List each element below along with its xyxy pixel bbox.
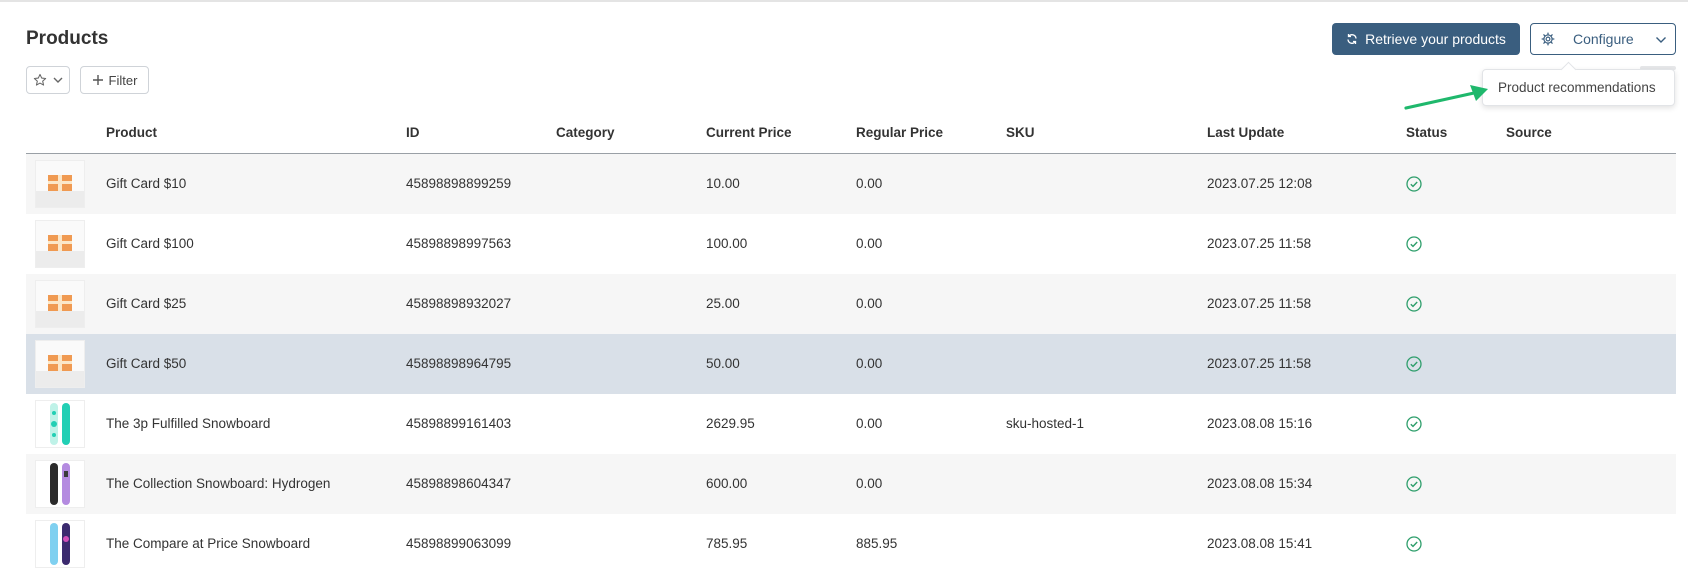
- retrieve-products-button[interactable]: Retrieve your products: [1332, 23, 1520, 55]
- gear-icon: [1541, 32, 1555, 46]
- product-id: 45898898997563: [406, 236, 512, 251]
- last-update: 2023.07.25 11:58: [1207, 296, 1312, 311]
- column-header-product[interactable]: Product: [106, 125, 157, 140]
- configure-label: Configure: [1573, 31, 1634, 47]
- check-circle-icon: [1406, 536, 1422, 552]
- column-header-sku[interactable]: SKU: [1006, 125, 1035, 140]
- column-header-last-update[interactable]: Last Update: [1207, 125, 1284, 140]
- last-update: 2023.08.08 15:34: [1207, 476, 1313, 491]
- chevron-down-icon: [1656, 37, 1666, 43]
- last-update: 2023.07.25 12:08: [1207, 176, 1313, 191]
- current-price: 10.00: [706, 176, 740, 191]
- gift-card-image-icon: [36, 281, 84, 327]
- table-row[interactable]: The 3p Fulfilled Snowboard 4589889916140…: [26, 394, 1676, 454]
- product-thumbnail: [35, 520, 85, 568]
- column-header-regular-price[interactable]: Regular Price: [856, 125, 943, 140]
- last-update: 2023.07.25 11:58: [1207, 236, 1312, 251]
- regular-price: 0.00: [856, 476, 883, 491]
- column-header-category[interactable]: Category: [556, 125, 615, 140]
- product-id: 45898899161403: [406, 416, 512, 431]
- table-row-selected[interactable]: Gift Card $50 45898898964795 50.00 0.00 …: [26, 334, 1676, 394]
- current-price: 600.00: [706, 476, 748, 491]
- table-row[interactable]: Gift Card $10 45898898899259 10.00 0.00 …: [26, 154, 1676, 214]
- product-name[interactable]: Gift Card $50: [106, 356, 186, 371]
- filter-button[interactable]: Filter: [80, 66, 149, 94]
- product-name[interactable]: Gift Card $10: [106, 176, 186, 191]
- table-header: Product ID Category Current Price Regula…: [26, 112, 1676, 154]
- product-name[interactable]: The Collection Snowboard: Hydrogen: [106, 476, 330, 491]
- product-id: 45898899063099: [406, 536, 512, 551]
- column-header-id[interactable]: ID: [406, 125, 420, 140]
- regular-price: 0.00: [856, 296, 883, 311]
- configure-menu-popup: Product recommendations: [1482, 69, 1675, 106]
- product-thumbnail: [35, 340, 85, 388]
- retrieve-products-label: Retrieve your products: [1365, 31, 1506, 47]
- product-id: 45898898932027: [406, 296, 512, 311]
- product-sku: sku-hosted-1: [1006, 416, 1085, 431]
- gift-card-image-icon: [36, 341, 84, 387]
- chevron-down-icon: [53, 77, 63, 83]
- configure-separator: [1642, 24, 1643, 54]
- check-circle-icon: [1406, 416, 1422, 432]
- table-row[interactable]: Gift Card $25 45898898932027 25.00 0.00 …: [26, 274, 1676, 334]
- current-price: 100.00: [706, 236, 748, 251]
- table-row[interactable]: The Compare at Price Snowboard 458988990…: [26, 514, 1676, 574]
- column-header-current-price[interactable]: Current Price: [706, 125, 792, 140]
- current-price: 785.95: [706, 536, 748, 551]
- refresh-icon: [1347, 34, 1357, 44]
- regular-price: 0.00: [856, 356, 883, 371]
- product-id: 45898898899259: [406, 176, 512, 191]
- check-circle-icon: [1406, 296, 1422, 312]
- last-update: 2023.07.25 11:58: [1207, 356, 1312, 371]
- top-divider: [0, 0, 1688, 2]
- column-header-status[interactable]: Status: [1406, 125, 1447, 140]
- product-thumbnail: [35, 400, 85, 448]
- current-price: 2629.95: [706, 416, 755, 431]
- product-thumbnail: [35, 460, 85, 508]
- menu-item-product-recommendations[interactable]: Product recommendations: [1498, 80, 1656, 95]
- current-price: 25.00: [706, 296, 740, 311]
- products-table-body: Gift Card $10 45898898899259 10.00 0.00 …: [26, 154, 1676, 574]
- last-update: 2023.08.08 15:16: [1207, 416, 1313, 431]
- column-header-source[interactable]: Source: [1506, 125, 1552, 140]
- regular-price: 885.95: [856, 536, 898, 551]
- filter-button-label: Filter: [108, 72, 138, 88]
- favorites-dropdown-button[interactable]: [26, 66, 70, 94]
- check-circle-icon: [1406, 476, 1422, 492]
- last-update: 2023.08.08 15:41: [1207, 536, 1313, 551]
- plus-icon: [92, 75, 103, 85]
- snowboard-image-icon: [36, 521, 84, 567]
- product-name[interactable]: The 3p Fulfilled Snowboard: [106, 416, 270, 431]
- product-thumbnail: [35, 280, 85, 328]
- snowboard-image-icon: [36, 461, 84, 507]
- product-name[interactable]: The Compare at Price Snowboard: [106, 536, 310, 551]
- table-row[interactable]: The Collection Snowboard: Hydrogen 45898…: [26, 454, 1676, 514]
- product-thumbnail: [35, 220, 85, 268]
- configure-dropdown-button[interactable]: Configure: [1530, 23, 1676, 55]
- snowboard-image-icon: [36, 401, 84, 447]
- star-icon: [33, 73, 47, 86]
- check-circle-icon: [1406, 356, 1422, 372]
- gift-card-image-icon: [36, 161, 84, 207]
- page-title: Products: [26, 28, 109, 49]
- product-id: 45898898604347: [406, 476, 512, 491]
- check-circle-icon: [1406, 236, 1422, 252]
- table-row[interactable]: Gift Card $100 45898898997563 100.00 0.0…: [26, 214, 1676, 274]
- product-name[interactable]: Gift Card $100: [106, 236, 194, 251]
- product-thumbnail: [35, 160, 85, 208]
- regular-price: 0.00: [856, 416, 883, 431]
- product-name[interactable]: Gift Card $25: [106, 296, 186, 311]
- product-id: 45898898964795: [406, 356, 512, 371]
- regular-price: 0.00: [856, 236, 883, 251]
- gift-card-image-icon: [36, 221, 84, 267]
- regular-price: 0.00: [856, 176, 883, 191]
- check-circle-icon: [1406, 176, 1422, 192]
- current-price: 50.00: [706, 356, 740, 371]
